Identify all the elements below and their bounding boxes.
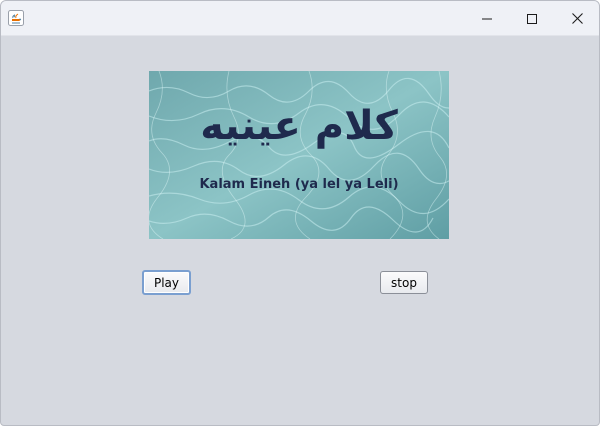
water-background [149,71,449,239]
latin-song-title: Kalam Eineh (ya lel ya Leli) [199,177,399,192]
stop-button[interactable]: stop [380,271,428,294]
maximize-icon [527,9,537,28]
app-window: كلام عينيه Kalam Eineh (ya lel ya Leli) … [0,0,600,426]
content-panel: كلام عينيه Kalam Eineh (ya lel ya Leli) … [1,35,599,425]
maximize-button[interactable] [509,1,555,35]
minimize-button[interactable] [464,1,510,35]
title-bar[interactable] [1,1,599,36]
close-button[interactable] [554,1,599,35]
java-icon[interactable] [8,10,24,26]
song-cover-image: كلام عينيه Kalam Eineh (ya lel ya Leli) [149,71,449,239]
arabic-song-title: كلام عينيه [200,103,398,149]
minimize-icon [482,9,492,28]
play-button[interactable]: Play [142,270,191,295]
close-icon [571,9,583,28]
